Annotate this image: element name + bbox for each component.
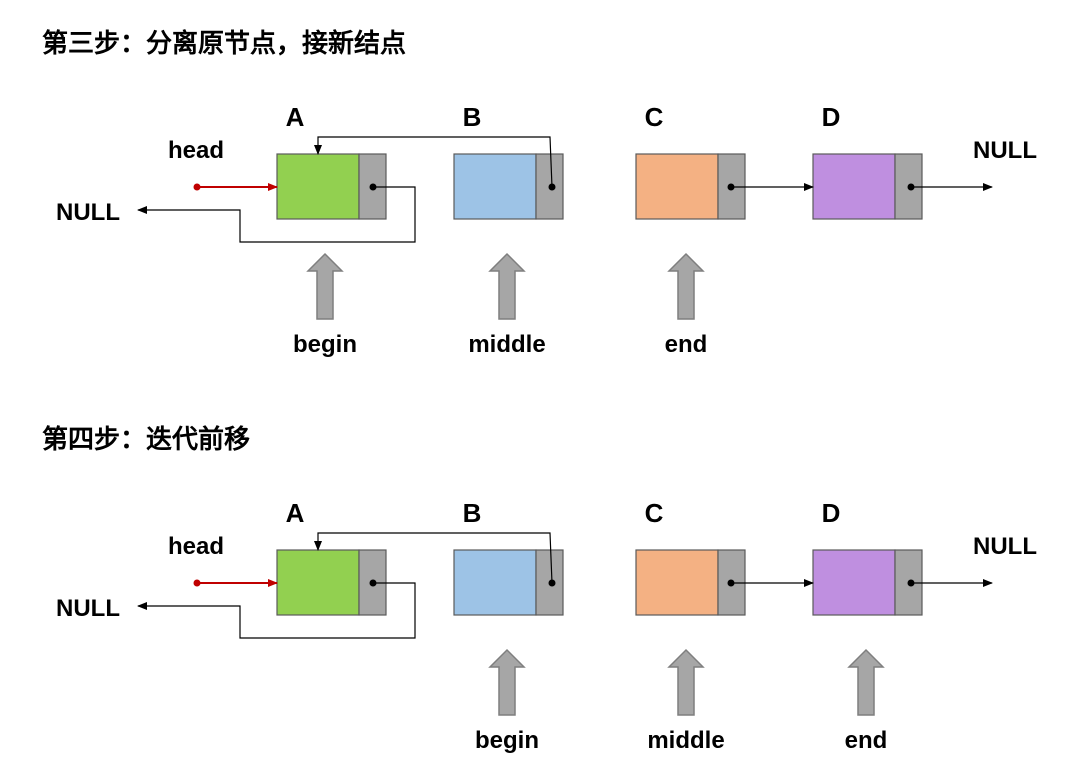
node-b: B (453, 498, 564, 616)
node-d: D (812, 498, 923, 616)
node-letter: B (463, 498, 482, 528)
null-label-right: NULL (973, 137, 1037, 164)
pointer-label: middle (647, 727, 724, 754)
null-label-left: NULL (56, 199, 120, 226)
node-letter: A (286, 498, 305, 528)
node-letter: D (822, 102, 841, 132)
node-a: A (276, 498, 387, 616)
pointer-begin: begin (293, 252, 357, 358)
step-2: 第四步：迭代前移 A B C Dhead NULL NULL begin middle end (42, 424, 1037, 754)
node-data-cell (276, 549, 360, 616)
node-d: D (812, 102, 923, 220)
up-arrow-icon (488, 252, 526, 320)
up-arrow-icon (667, 648, 705, 716)
node-b: B (453, 102, 564, 220)
step-1: 第三步：分离原节点，接新结点 A B C Dhead NULL NULL begin middl… (42, 28, 1037, 358)
up-arrow-icon (306, 252, 344, 320)
pointer-end: end (665, 252, 708, 358)
node-data-cell (812, 153, 896, 220)
node-a: A (276, 102, 387, 220)
up-arrow-icon (847, 648, 885, 716)
up-arrow-icon (488, 648, 526, 716)
up-arrow-icon (667, 252, 705, 320)
null-label-left: NULL (56, 595, 120, 622)
head-label: head (168, 533, 224, 560)
node-data-cell (276, 153, 360, 220)
node-letter: D (822, 498, 841, 528)
node-letter: B (463, 102, 482, 132)
null-label-right: NULL (973, 533, 1037, 560)
pointer-middle: middle (468, 252, 546, 358)
node-letter: A (286, 102, 305, 132)
pointer-label: middle (468, 331, 545, 358)
linked-list-reversal-diagram: 第三步：分离原节点，接新结点 A B C Dhead NULL NULL begin middl… (42, 28, 1037, 754)
node-data-cell (635, 549, 719, 616)
node-c: C (635, 102, 746, 220)
node-letter: C (645, 498, 664, 528)
head-label: head (168, 137, 224, 164)
node-data-cell (812, 549, 896, 616)
pointer-label: end (845, 727, 888, 754)
pointer-begin: begin (475, 648, 539, 754)
pointer-label: begin (293, 331, 357, 358)
node-data-cell (453, 549, 537, 616)
node-letter: C (645, 102, 664, 132)
step-title: 第三步：分离原节点，接新结点 (42, 28, 406, 59)
pointer-end: end (845, 648, 888, 754)
pointer-middle: middle (647, 648, 725, 754)
pointer-label: end (665, 331, 708, 358)
step-title: 第四步：迭代前移 (42, 424, 250, 455)
node-c: C (635, 498, 746, 616)
node-data-cell (453, 153, 537, 220)
node-data-cell (635, 153, 719, 220)
pointer-label: begin (475, 727, 539, 754)
